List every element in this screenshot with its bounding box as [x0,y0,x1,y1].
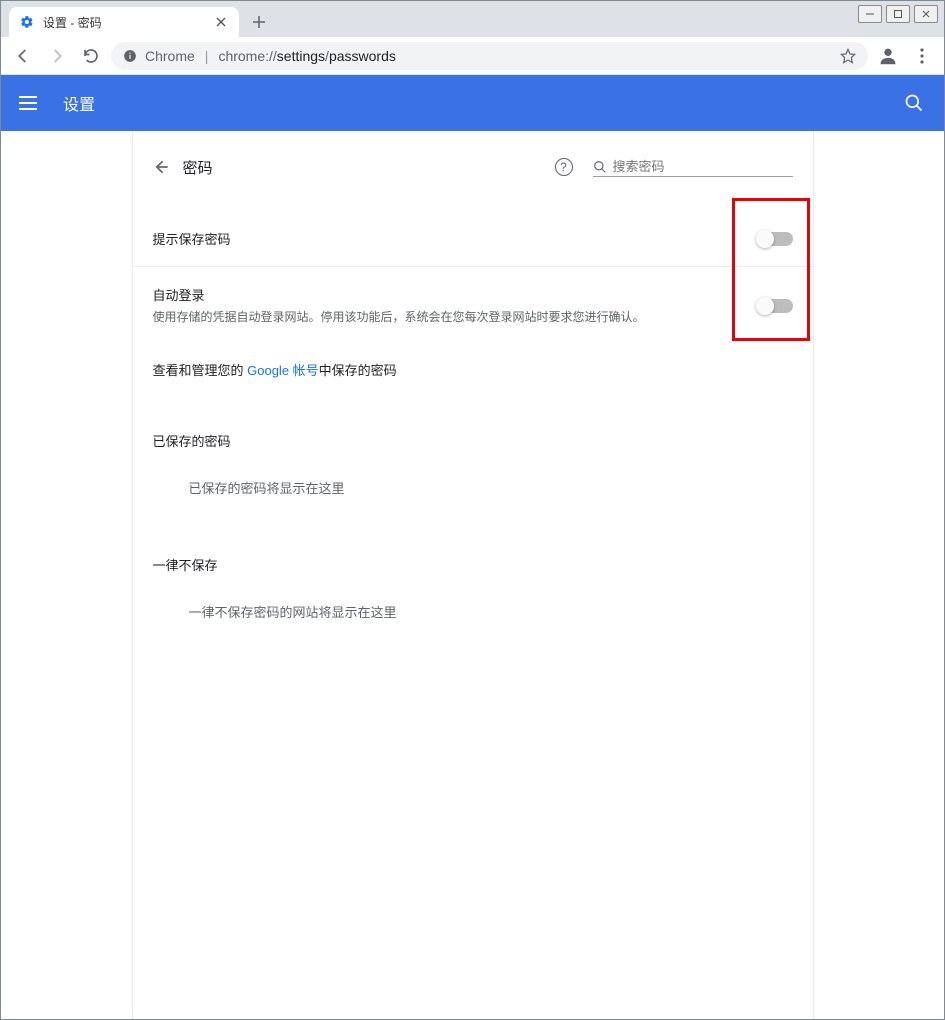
subpage-header: 密码 ? [133,131,813,193]
profile-avatar-icon[interactable] [874,42,902,70]
toggle-knob [756,297,774,315]
search-icon [593,160,607,174]
auto-signin-label: 自动登录 [153,285,757,304]
never-save-section: 一律不保存 一律不保存密码的网站将显示在这里 [133,525,813,649]
offer-save-label: 提示保存密码 [153,229,757,248]
kebab-menu-icon[interactable] [908,42,936,70]
google-account-link[interactable]: Google 帐号 [247,363,319,378]
minimize-button[interactable] [858,5,882,23]
browser-tab[interactable]: 设置 - 密码 [9,7,239,37]
help-icon[interactable]: ? [555,158,573,176]
subpage-title: 密码 [183,157,555,178]
site-info-icon[interactable] [123,49,137,63]
hamburger-menu-icon[interactable] [19,91,43,115]
maximize-button[interactable] [886,5,910,23]
close-window-button[interactable] [914,5,938,23]
tab-strip: 设置 - 密码 [1,1,944,37]
settings-header: 设置 [1,75,944,131]
offer-save-toggle[interactable] [757,232,793,246]
browser-toolbar: Chrome | chrome://settings/passwords [1,37,944,75]
url-scheme: Chrome [145,48,195,64]
settings-card: 密码 ? 提示保存密码 自动登录 使用存储的凭据自动登录网站。停用该功能后，系统… [133,131,813,1019]
new-tab-button[interactable] [245,8,273,36]
window-controls [858,5,938,23]
tab-title: 设置 - 密码 [43,14,213,31]
settings-search-icon[interactable] [902,91,926,115]
url-text: chrome://settings/passwords [218,48,395,64]
back-button[interactable] [9,42,37,70]
bookmark-star-icon[interactable] [840,48,856,64]
auto-signin-toggle[interactable] [757,299,793,313]
forward-button[interactable] [43,42,71,70]
never-save-empty: 一律不保存密码的网站将显示在这里 [153,602,793,639]
address-bar[interactable]: Chrome | chrome://settings/passwords [111,42,868,70]
saved-passwords-empty: 已保存的密码将显示在这里 [153,478,793,515]
content-area: 密码 ? 提示保存密码 自动登录 使用存储的凭据自动登录网站。停用该功能后，系统… [1,131,944,1019]
settings-title: 设置 [63,91,902,115]
back-arrow-icon[interactable] [143,149,179,185]
toggle-knob [756,230,774,248]
never-save-title: 一律不保存 [153,555,793,574]
saved-passwords-title: 已保存的密码 [153,431,793,450]
gear-icon [19,14,35,30]
auto-signin-desc: 使用存储的凭据自动登录网站。停用该功能后，系统会在您每次登录网站时要求您进行确认… [153,308,673,326]
reload-button[interactable] [77,42,105,70]
offer-save-row: 提示保存密码 [133,211,813,267]
google-account-link-row: 查看和管理您的 Google 帐号中保存的密码 [133,344,813,401]
password-search-input[interactable] [613,159,793,174]
auto-signin-row: 自动登录 使用存储的凭据自动登录网站。停用该功能后，系统会在您每次登录网站时要求… [133,267,813,344]
saved-passwords-section: 已保存的密码 已保存的密码将显示在这里 [133,401,813,525]
close-tab-button[interactable] [213,14,229,30]
password-search-field[interactable] [593,157,793,177]
